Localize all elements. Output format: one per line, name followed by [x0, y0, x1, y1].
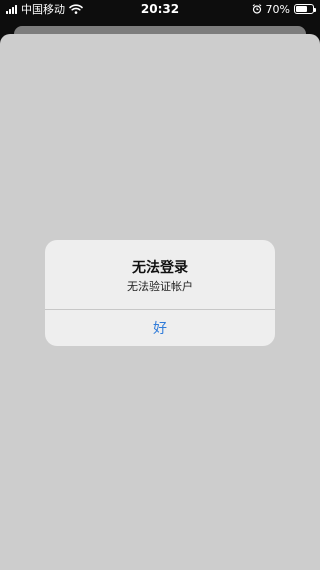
- alert-title: 无法登录: [132, 260, 188, 276]
- alert-dialog: 无法登录 无法验证帐户 好: [45, 240, 275, 346]
- status-right: 70%: [252, 2, 316, 16]
- status-bar: 中国移动 20:32 70%: [0, 0, 320, 18]
- alert-message: 无法验证帐户: [127, 280, 193, 293]
- battery-fill: [296, 6, 308, 12]
- battery-percent: 70%: [265, 2, 290, 16]
- alarm-icon: [252, 4, 261, 14]
- ok-button[interactable]: 好: [45, 310, 275, 346]
- battery-icon: [294, 4, 316, 14]
